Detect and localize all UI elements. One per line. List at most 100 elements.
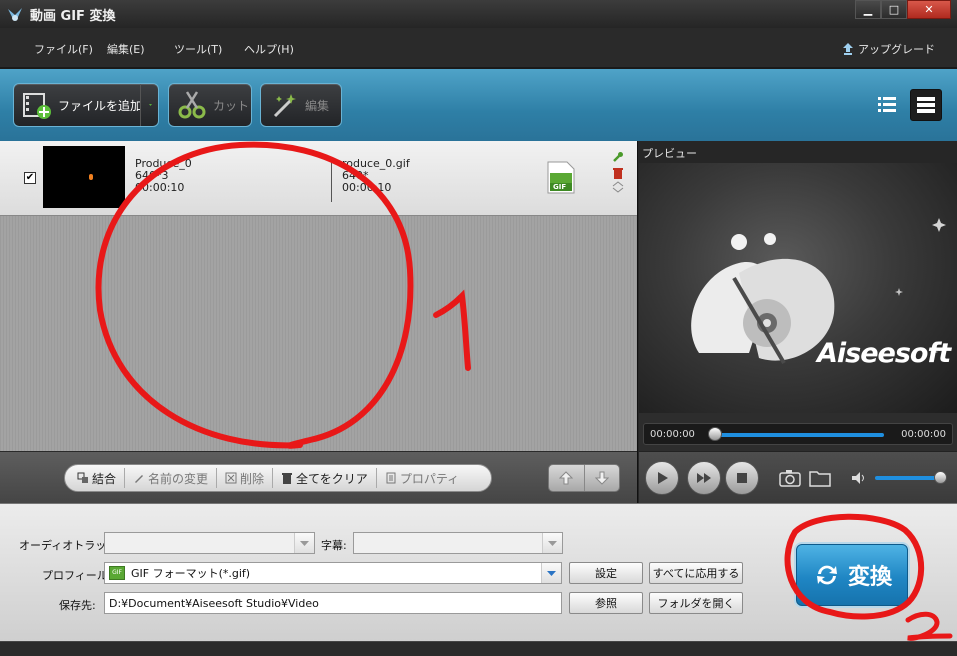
chevron-down-icon (149, 104, 152, 106)
seek-handle[interactable] (708, 427, 722, 441)
arrow-down-icon (594, 471, 609, 485)
playback-controls (639, 451, 957, 503)
volume-handle[interactable] (934, 471, 947, 484)
volume-icon[interactable] (851, 471, 867, 485)
row-divider (331, 157, 332, 202)
browse-button[interactable]: 参照 (569, 592, 643, 614)
properties-label: プロパティ (399, 471, 460, 486)
video-thumbnail (43, 146, 125, 208)
upload-arrow-icon (843, 43, 853, 55)
document-icon (386, 472, 396, 484)
save-path-input[interactable]: D:¥Document¥Aiseesoft Studio¥Video (104, 592, 562, 614)
menu-bar: ファイル(F) 編集(E) ツール(T) ヘルプ(H) アップグレード (0, 28, 957, 68)
seek-bar[interactable]: 00:00:00 00:00:00 (643, 423, 953, 445)
convert-refresh-icon (816, 565, 837, 585)
merge-icon (77, 472, 88, 483)
trash-icon (282, 473, 293, 484)
subtitle-label: 字幕: (321, 539, 347, 552)
delete-label: 削除 (240, 471, 265, 486)
list-view-icon (878, 97, 896, 112)
profile-value: GIF フォーマット(*.gif) (131, 567, 251, 580)
play-icon (658, 472, 668, 484)
merge-button[interactable]: 結合 (65, 468, 126, 488)
rename-label: 名前の変更 (148, 471, 209, 486)
detail-view-icon (917, 97, 935, 113)
aiseesoft-logo-icon (691, 218, 946, 365)
file-row[interactable]: ✔ Produce_0 640*3 00:00:10 roduce_0.gif … (0, 141, 637, 216)
save-to-label: 保存先: (59, 599, 96, 612)
chevron-down-icon (542, 533, 562, 553)
menu-help[interactable]: ヘルプ(H) (244, 41, 294, 57)
window-title: 動画 GIF 変換 (30, 9, 116, 24)
camera-icon[interactable] (779, 469, 801, 487)
cut-label: カット (213, 98, 250, 113)
source-duration: 00:00:10 (135, 181, 185, 194)
menu-edit[interactable]: 編集(E) (107, 41, 145, 57)
reorder-buttons (548, 464, 620, 492)
gif-format-icon[interactable]: GIF (547, 161, 575, 194)
clear-all-button[interactable]: 全てをクリア (273, 468, 377, 488)
current-time: 00:00:00 (650, 429, 695, 440)
audio-track-select[interactable] (104, 532, 315, 554)
move-down-button[interactable] (585, 465, 620, 491)
chevron-down-icon[interactable] (612, 187, 624, 193)
subtitle-select[interactable] (353, 532, 563, 554)
cut-button[interactable]: カット (168, 83, 252, 127)
minimize-button[interactable]: ▁ (855, 0, 881, 19)
profile-select[interactable]: GIF GIF フォーマット(*.gif) (104, 562, 562, 584)
output-info: roduce_0.gif 640* 00:00:10 (342, 158, 410, 194)
convert-label: 変換 (847, 565, 892, 590)
properties-button[interactable]: プロパティ (377, 468, 467, 488)
output-duration: 00:00:10 (342, 181, 392, 194)
magic-wand-icon (273, 94, 296, 118)
convert-button[interactable]: 変換 (796, 544, 908, 606)
profile-label: プロフィール: (42, 569, 112, 582)
list-view-button[interactable] (871, 89, 903, 121)
pencil-icon (135, 475, 144, 483)
main-toolbar: ファイルを追加 カット 編集 (0, 69, 957, 141)
menu-tools[interactable]: ツール(T) (174, 41, 222, 57)
delete-button[interactable]: 削除 (217, 468, 274, 488)
settings-button[interactable]: 設定 (569, 562, 643, 584)
close-button[interactable]: ✕ (907, 0, 951, 19)
list-action-group: 結合 名前の変更 削除 全てをクリア プロパティ (64, 464, 492, 492)
title-bar: 動画 GIF 変換 ▁ □ ✕ (0, 0, 957, 28)
add-file-label: ファイルを追加 (58, 98, 143, 113)
menu-file[interactable]: ファイル(F) (34, 41, 93, 57)
wrench-icon[interactable] (612, 151, 624, 163)
fast-forward-button[interactable] (687, 461, 721, 495)
film-add-icon (23, 93, 51, 119)
play-button[interactable] (645, 461, 679, 495)
gif-badge: GIF (553, 183, 567, 191)
preview-timeline: 00:00:00 00:00:00 (639, 413, 957, 451)
apply-all-button[interactable]: すべてに応用する (649, 562, 743, 584)
add-file-button[interactable]: ファイルを追加 (13, 83, 159, 127)
file-list: ✔ Produce_0 640*3 00:00:10 roduce_0.gif … (0, 141, 637, 451)
folder-icon[interactable] (809, 469, 831, 487)
scissors-icon (178, 91, 206, 119)
file-checkbox[interactable]: ✔ (24, 172, 36, 184)
seek-track[interactable] (716, 433, 884, 437)
trash-icon[interactable] (612, 167, 624, 179)
add-file-dropdown[interactable] (140, 84, 158, 126)
window-controls: ▁ □ ✕ (855, 0, 951, 20)
source-info: Produce_0 640*3 00:00:10 (135, 158, 192, 194)
arrow-up-icon (559, 471, 574, 485)
stop-icon (737, 473, 747, 483)
upgrade-link[interactable]: アップグレード (843, 41, 935, 57)
move-up-button[interactable] (549, 465, 585, 491)
detail-view-button[interactable] (910, 89, 942, 121)
status-bar (0, 641, 957, 656)
rename-button[interactable]: 名前の変更 (125, 468, 218, 488)
edit-label: 編集 (305, 98, 330, 113)
merge-label: 結合 (92, 471, 117, 486)
output-settings: オーディオトラック: 字幕: プロフィール: GIF GIF フォーマット(*.… (0, 503, 957, 641)
clear-all-label: 全てをクリア (296, 471, 368, 486)
edit-button[interactable]: 編集 (260, 83, 342, 127)
open-folder-button[interactable]: フォルダを開く (649, 592, 743, 614)
upgrade-label: アップグレード (858, 43, 935, 56)
delete-x-icon (225, 472, 237, 484)
chevron-down-icon (541, 563, 561, 583)
stop-button[interactable] (725, 461, 759, 495)
maximize-button[interactable]: □ (881, 0, 907, 19)
